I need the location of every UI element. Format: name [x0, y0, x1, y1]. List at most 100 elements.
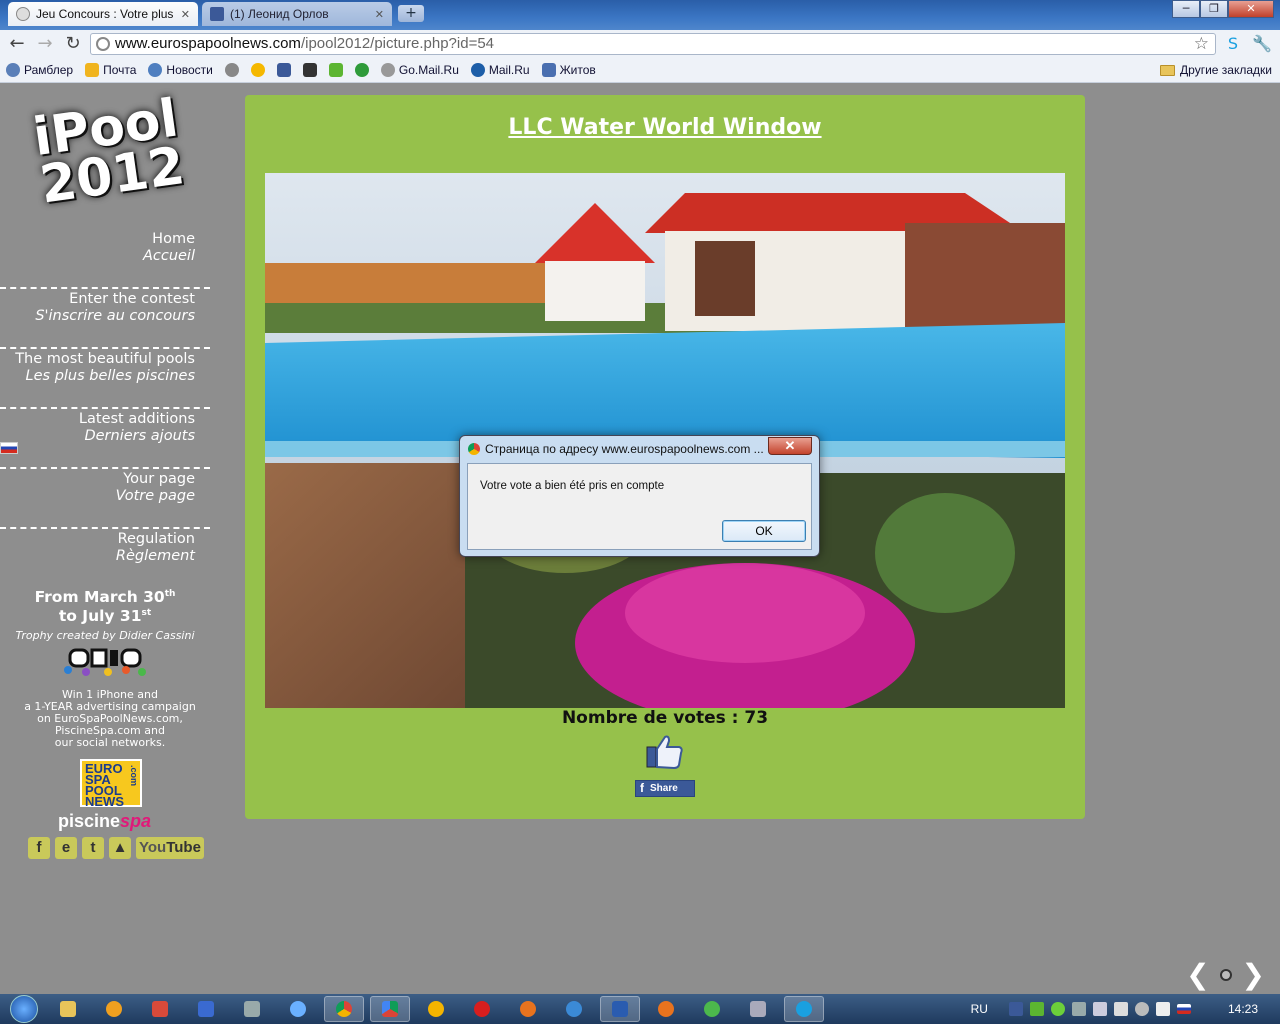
bookmarks-bar: Рамблер Почта Новости Go.Mail.Ru Mail.Ru… [0, 58, 1280, 83]
taskbar-app-6[interactable] [416, 996, 456, 1022]
chevron-right-icon[interactable]: ❯ [1242, 958, 1265, 991]
tab-title: (1) Леонид Орлов [230, 7, 329, 21]
bookmark-novosti[interactable]: Новости [148, 63, 213, 77]
thumbs-up-icon[interactable] [645, 733, 685, 769]
opio-logo-icon[interactable] [60, 646, 150, 676]
nav-item-your-page[interactable]: Your page Votre page [0, 469, 210, 529]
chevron-left-icon[interactable]: ❮ [1186, 958, 1209, 991]
skype-icon [796, 1001, 812, 1017]
download-icon [328, 63, 343, 77]
reload-button[interactable]: ↻ [62, 33, 84, 55]
update-icon[interactable] [1134, 1002, 1149, 1016]
bookmark-facebook[interactable] [276, 63, 291, 77]
taskbar-app-2[interactable] [140, 996, 180, 1022]
taskbar-app-1[interactable] [94, 996, 134, 1022]
maximize-button[interactable]: ❐ [1200, 0, 1228, 18]
close-tab-icon[interactable]: ✕ [181, 8, 190, 21]
russian-flag-icon[interactable] [1176, 1004, 1191, 1014]
piscinespa-logo[interactable]: piscinespa [58, 811, 151, 832]
facebook-share-button[interactable]: f Share [635, 780, 695, 797]
taskbar-app-7[interactable] [738, 996, 778, 1022]
ipool-logo[interactable]: iPool 2012 [23, 88, 197, 224]
back-button[interactable]: ← [6, 33, 28, 55]
blog-icon[interactable]: e [55, 837, 77, 859]
taskbar-app-5[interactable] [278, 996, 318, 1022]
paint-icon [152, 1001, 168, 1017]
nav-item-enter-contest[interactable]: Enter the contest S'inscrire au concours [0, 289, 210, 349]
other-bookmarks[interactable]: Другие закладки [1160, 63, 1272, 77]
taskbar-app-4[interactable] [232, 996, 272, 1022]
taskbar-explorer[interactable] [48, 996, 88, 1022]
forward-button[interactable]: → [34, 33, 56, 55]
bookmark-app[interactable] [302, 63, 317, 77]
ok-button[interactable]: OK [722, 520, 806, 542]
tab-active[interactable]: Jeu Concours : Votre plus b ✕ [8, 2, 198, 26]
shield-icon[interactable] [1071, 1002, 1086, 1016]
network-icon[interactable] [1092, 1002, 1107, 1016]
eurospapoolnews-logo[interactable]: EURO SPA POOL NEWS .com [80, 759, 142, 808]
nav-item-regulation[interactable]: Regulation Règlement [0, 529, 210, 589]
page-title[interactable]: LLC Water World Window [245, 115, 1085, 140]
bookmark-star-icon[interactable]: ☆ [1194, 34, 1209, 54]
skype-icon[interactable]: S [1228, 34, 1238, 53]
trophy-credit: Trophy created by Didier Cassini [15, 629, 195, 642]
russian-flag-icon[interactable] [0, 442, 18, 454]
taskbar-messenger[interactable] [554, 996, 594, 1022]
check-icon[interactable] [1050, 1002, 1065, 1016]
printer-icon [750, 1001, 766, 1017]
tab-facebook[interactable]: (1) Леонид Орлов ✕ [202, 2, 392, 26]
bookmark-download[interactable] [328, 63, 343, 77]
bookmark-rambler[interactable]: Рамблер [6, 63, 73, 77]
alert-dialog: Страница по адресу www.eurospapoolnews.c… [459, 435, 820, 557]
globe-icon [290, 1001, 306, 1017]
sberbank-icon [354, 63, 369, 77]
url-path: /ipool2012/picture.php?id=54 [300, 35, 495, 52]
nav-item-beautiful-pools[interactable]: The most beautiful pools Les plus belles … [0, 349, 210, 409]
taskbar-word[interactable] [600, 996, 640, 1022]
taskbar-firefox[interactable] [508, 996, 548, 1022]
volume-icon[interactable] [1113, 1002, 1128, 1016]
clock[interactable]: 14:23 [1228, 1002, 1258, 1016]
bookmark-mailru[interactable]: Mail.Ru [470, 63, 530, 77]
windows-orb-icon [10, 995, 38, 1023]
youtube-icon[interactable]: YouTube [136, 837, 204, 859]
wrench-icon[interactable]: 🔧 [1252, 34, 1272, 53]
dialog-title: Страница по адресу www.eurospapoolnews.c… [468, 442, 768, 456]
taskbar-opera[interactable] [462, 996, 502, 1022]
bookmark-gomail[interactable]: Go.Mail.Ru [380, 63, 459, 77]
start-button[interactable] [0, 994, 48, 1024]
taskbar-chrome-dialog[interactable] [370, 996, 410, 1022]
prize-description: Win 1 iPhone and a 1-YEAR advertising ca… [24, 688, 196, 749]
word-icon [612, 1001, 628, 1017]
dialog-close-button[interactable]: ✕ [768, 437, 812, 455]
bookmark-globe[interactable] [224, 63, 239, 77]
minimize-button[interactable]: ─ [1172, 0, 1200, 18]
new-tab-button[interactable]: + [398, 5, 424, 22]
taskbar-firefox-2[interactable] [646, 996, 686, 1022]
nav-item-latest-additions[interactable]: Latest additions Derniers ajouts [0, 409, 210, 469]
taskbar-icq[interactable] [692, 996, 732, 1022]
close-window-button[interactable]: ✕ [1228, 0, 1274, 18]
sun-icon [250, 63, 265, 77]
slider-dot[interactable] [1219, 968, 1232, 981]
nav-item-home[interactable]: Home Accueil [0, 229, 210, 289]
bookmark-pochta[interactable]: Почта [85, 63, 136, 77]
taskbar-chrome[interactable] [324, 996, 364, 1022]
taskbar-app-3[interactable] [186, 996, 226, 1022]
bookmark-sun[interactable] [250, 63, 265, 77]
close-tab-icon[interactable]: ✕ [375, 8, 384, 21]
download-icon[interactable] [1029, 1002, 1044, 1016]
viadeo-icon[interactable]: ▲ [109, 837, 131, 859]
address-bar[interactable]: www.eurospapoolnews.com/ipool2012/pictur… [90, 33, 1216, 55]
taskbar-skype[interactable] [784, 996, 824, 1022]
language-indicator[interactable]: RU [971, 1002, 988, 1016]
facebook-icon[interactable]: f [28, 837, 50, 859]
speaker-icon[interactable] [1155, 1002, 1170, 1016]
bookmark-sberbank[interactable] [354, 63, 369, 77]
news-icon [148, 63, 163, 77]
facebook-icon[interactable] [1008, 1002, 1023, 1016]
firefox-icon [658, 1001, 674, 1017]
chrome-icon [468, 443, 480, 455]
bookmark-zhitov[interactable]: Житов [541, 63, 596, 77]
twitter-icon[interactable]: t [82, 837, 104, 859]
